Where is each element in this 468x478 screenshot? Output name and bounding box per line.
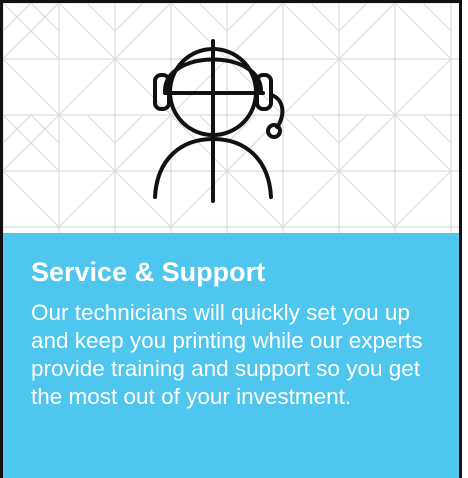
card-content-panel: Service & Support Our technicians will q… (3, 233, 459, 478)
card-title: Service & Support (31, 257, 266, 287)
headset-support-agent-icon (143, 35, 303, 205)
card-image-area (3, 3, 459, 233)
service-support-card: Service & Support Our technicians will q… (0, 0, 462, 478)
card-description: Our technicians will quickly set you up … (31, 300, 423, 409)
